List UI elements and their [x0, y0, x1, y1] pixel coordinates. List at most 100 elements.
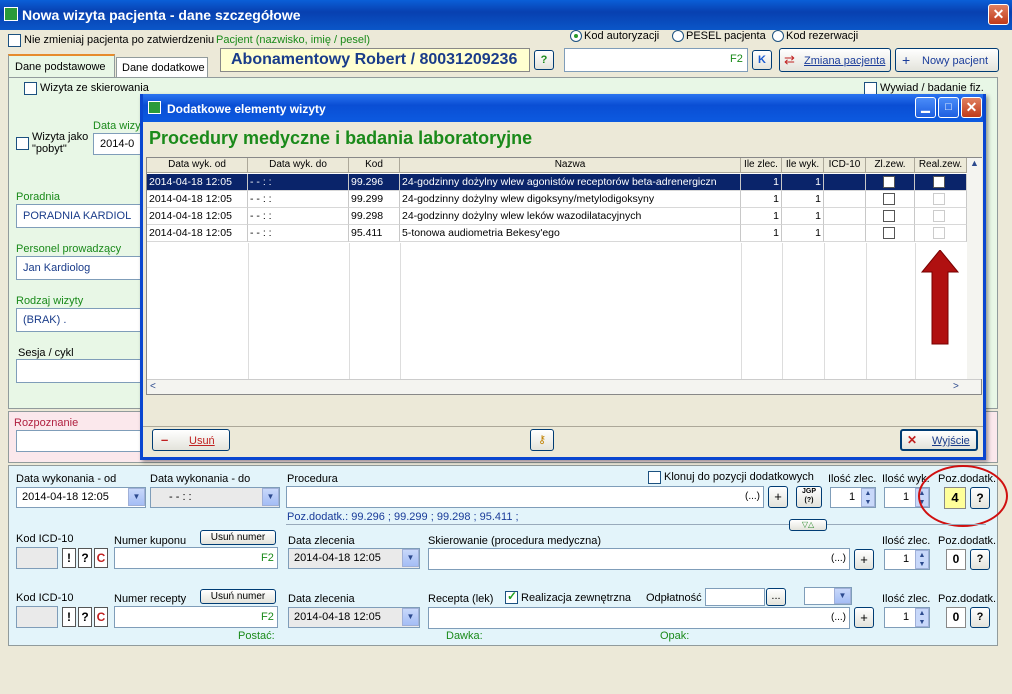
radio-pesel[interactable]	[672, 30, 684, 42]
qty-ordered-spinner[interactable]: ▲ ▼	[861, 488, 875, 507]
payment-input[interactable]	[705, 588, 765, 606]
dialog-close-icon[interactable]: ✕	[961, 97, 982, 118]
scroll-up-icon[interactable]: ▲	[967, 158, 982, 173]
col-ext-real[interactable]: Real.zew.	[915, 158, 967, 173]
table-row[interactable]: 2014-04-18 12:05- - : :99.296 24-godzinny…	[147, 174, 967, 191]
col-date-to[interactable]: Data wyk. do	[248, 158, 349, 173]
ext-order-checkbox[interactable]	[883, 210, 895, 222]
coupon-remove-button[interactable]: Usuń numer	[200, 530, 276, 545]
dialog-delete-button[interactable]: – Usuń	[152, 429, 230, 451]
table-row[interactable]: 2014-04-18 12:05- - : :99.298 24-godzinny…	[147, 208, 967, 225]
rec-qty-input[interactable]: 1 ▲ ▼	[884, 607, 930, 628]
ref-order-date-dropdown-icon[interactable]: ▼	[402, 549, 419, 567]
new-patient-button[interactable]: + Nowy pacjent	[895, 48, 999, 72]
grid-vertical-scrollbar[interactable]: ▲	[967, 158, 982, 379]
tab-additional[interactable]: Dane dodatkowe	[116, 57, 208, 78]
scroll-left-icon[interactable]: <	[150, 381, 156, 392]
visit-as-stay-checkbox[interactable]	[16, 137, 29, 150]
rec-order-date-input[interactable]: 2014-04-18 12:05 ▼	[288, 607, 420, 628]
ref-procedure-input[interactable]: (...)	[428, 548, 850, 570]
payment-select[interactable]: ▼	[804, 587, 852, 605]
ref-qty-input[interactable]: 1 ▲ ▼	[884, 549, 930, 570]
procedure-input[interactable]: (...)	[286, 486, 764, 508]
col-name[interactable]: Nazwa	[400, 158, 741, 173]
cell-8	[915, 174, 967, 191]
table-row[interactable]: 2014-04-18 12:05- - : :99.299 24-godzinny…	[147, 191, 967, 208]
ext-real-checkbox[interactable]	[933, 176, 945, 188]
date-to-input[interactable]: - - : : ▼	[150, 487, 280, 508]
rec-icd-clear-button[interactable]: C	[94, 607, 108, 627]
col-qty-ordered[interactable]: Ile zlec.	[741, 158, 782, 173]
coupon-input[interactable]: F2	[114, 547, 278, 569]
diagnosis-input[interactable]	[16, 430, 141, 452]
external-checkbox[interactable]	[505, 589, 518, 604]
patient-help-button[interactable]: ?	[534, 50, 554, 70]
ref-qty-spinner[interactable]: ▲ ▼	[915, 550, 929, 569]
collapse-toggle[interactable]: ▽△	[789, 519, 827, 531]
grid-horizontal-scrollbar[interactable]: < >	[147, 379, 981, 394]
rec-extra-help-button[interactable]: ?	[970, 607, 990, 628]
ref-add-button[interactable]: +	[854, 549, 874, 570]
rec-icd-input[interactable]	[16, 606, 58, 628]
cell-wyk: 1	[782, 174, 824, 191]
ext-real-checkbox[interactable]	[933, 193, 945, 205]
col-icd[interactable]: ICD-10	[824, 158, 866, 173]
session-input[interactable]	[16, 359, 141, 383]
col-code[interactable]: Kod	[349, 158, 400, 173]
col-ext-order[interactable]: Zl.zew.	[866, 158, 915, 173]
date-from-input[interactable]: 2014-04-18 12:05 ▼	[16, 487, 146, 508]
radio-reservation[interactable]	[772, 30, 784, 42]
payment-dots-button[interactable]: ...	[766, 588, 786, 606]
rec-order-date-dropdown-icon[interactable]: ▼	[402, 608, 419, 626]
recipe-number-input[interactable]: F2	[114, 606, 278, 628]
patient-search-input[interactable]	[564, 48, 748, 72]
payment-dropdown-icon[interactable]: ▼	[834, 588, 851, 604]
radio-auth-label: Kod autoryzacji	[584, 30, 660, 42]
k-button[interactable]: K	[752, 50, 772, 70]
clone-checkbox[interactable]	[648, 471, 661, 484]
minimize-icon[interactable]: ▁	[915, 97, 936, 118]
col-qty-done[interactable]: Ile wyk.	[782, 158, 824, 173]
rec-icd-help-button[interactable]: ?	[78, 607, 92, 627]
key-icon[interactable]: ⚷	[530, 429, 554, 451]
drug-add-button[interactable]: +	[854, 607, 874, 628]
change-patient-button[interactable]: ⇄ Zmiana pacjenta	[779, 48, 891, 72]
tab-basic[interactable]: Dane podstawowe	[8, 54, 115, 78]
recipe-remove-button[interactable]: Usuń numer	[200, 589, 276, 604]
visit-date-input[interactable]: 2014-0	[93, 133, 141, 155]
dialog-exit-button[interactable]: ✕ Wyjście	[900, 429, 978, 451]
ref-extra-help-button[interactable]: ?	[970, 549, 990, 570]
ext-order-checkbox[interactable]	[883, 227, 895, 239]
ref-procedure-ellipsis: (...)	[831, 553, 846, 564]
ext-real-checkbox[interactable]	[933, 227, 945, 239]
ext-order-checkbox[interactable]	[883, 193, 895, 205]
date-from-dropdown-icon[interactable]: ▼	[128, 488, 145, 506]
no-change-patient-checkbox[interactable]	[8, 34, 21, 47]
rec-icd-excl-button[interactable]: !	[62, 607, 76, 627]
ext-real-checkbox[interactable]	[933, 210, 945, 222]
radio-auth-code[interactable]	[570, 30, 582, 42]
ref-icd-help-button[interactable]: ?	[78, 548, 92, 568]
staff-input[interactable]: Jan Kardiolog	[16, 256, 141, 280]
cell-od: 2014-04-18 12:05	[147, 174, 248, 191]
ref-icd-clear-button[interactable]: C	[94, 548, 108, 568]
close-window-button[interactable]: ✕	[988, 4, 1009, 25]
jgp-button[interactable]: JGP (?)	[796, 486, 822, 508]
procedure-ellipsis: (...)	[745, 491, 760, 502]
clinic-input[interactable]: PORADNIA KARDIOL	[16, 204, 141, 228]
table-row[interactable]: 2014-04-18 12:05- - : :95.411 5-tonowa au…	[147, 225, 967, 242]
ref-icd-input[interactable]	[16, 547, 58, 569]
maximize-icon[interactable]: □	[938, 97, 959, 118]
col-date-from[interactable]: Data wyk. od	[147, 158, 248, 173]
scroll-right-icon[interactable]: >	[953, 381, 959, 392]
drug-input[interactable]: (...)	[428, 607, 850, 629]
procedure-add-button[interactable]: +	[768, 486, 788, 508]
date-to-dropdown-icon[interactable]: ▼	[262, 488, 279, 506]
ext-order-checkbox[interactable]	[883, 176, 895, 188]
visit-type-input[interactable]: (BRAK) .	[16, 308, 141, 332]
qty-ordered-input[interactable]: 1 ▲ ▼	[830, 487, 876, 508]
ref-icd-excl-button[interactable]: !	[62, 548, 76, 568]
ref-order-date-input[interactable]: 2014-04-18 12:05 ▼	[288, 548, 420, 569]
rec-qty-spinner[interactable]: ▲ ▼	[915, 608, 929, 627]
referral-checkbox[interactable]	[24, 82, 37, 95]
